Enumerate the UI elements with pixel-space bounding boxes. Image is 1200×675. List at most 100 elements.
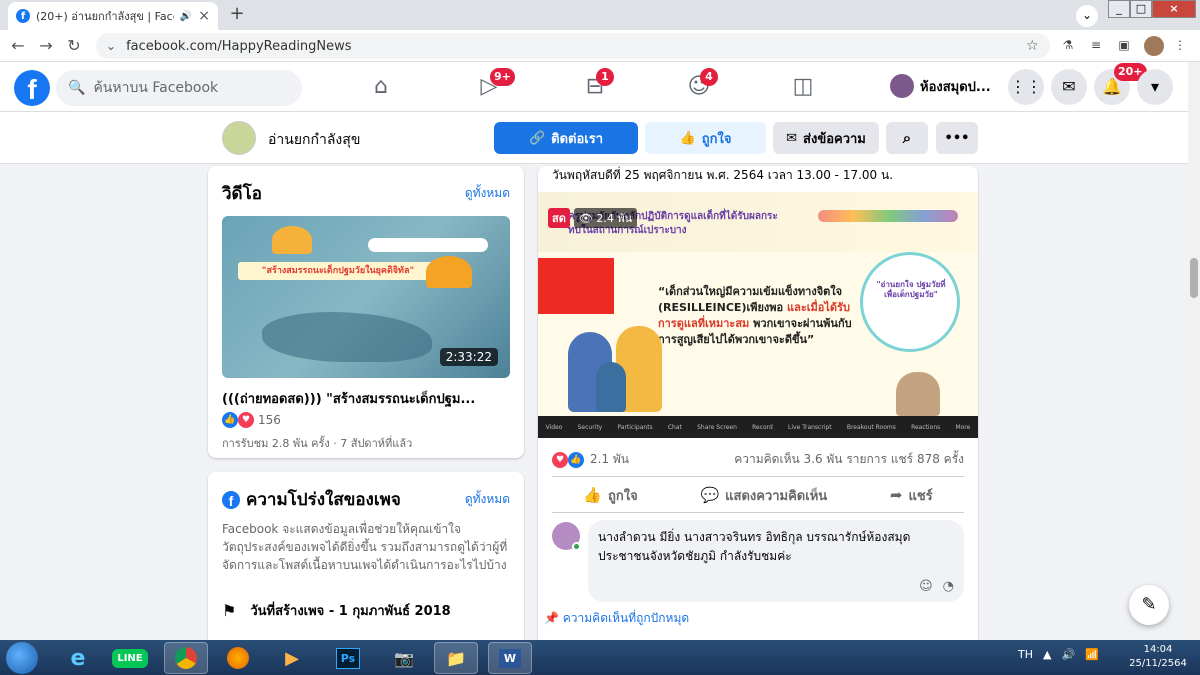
post-comment-share-counts[interactable]: ความคิดเห็น 3.6 พัน รายการ แชร์ 878 ครั้… — [734, 450, 964, 469]
word-icon[interactable]: W — [488, 642, 532, 674]
share-button[interactable]: ➦ แชร์ — [890, 485, 933, 506]
facebook-icon: f — [222, 491, 240, 509]
extension-icon[interactable]: ⚗ — [1060, 38, 1076, 54]
comment-bubble: นางลำดวน มียิ่ง นางสาวจรินทร อิทธิกุล บร… — [588, 520, 964, 602]
post-stats: ♥ 👍 2.1 พัน ความคิดเห็น 3.6 พัน รายการ แ… — [552, 450, 964, 469]
send-message-label: ส่งข้อความ — [803, 131, 866, 147]
more-options-button[interactable]: ••• — [936, 122, 978, 154]
event-circle-text: "อ่านยกใจ ปฐมวัยที่เพื่อเด็กปฐมวัย" — [876, 280, 946, 299]
live-video-player[interactable]: ครูปฐมวัยกับหลักปฏิบัติการดูแลเด็กที่ได้… — [538, 192, 978, 438]
emoji-icon[interactable]: ☺ — [919, 577, 933, 596]
tab-search-button[interactable]: ⌄ — [1076, 5, 1098, 27]
forward-icon[interactable]: → — [36, 36, 56, 56]
page-search-button[interactable]: ⌕ — [886, 122, 928, 154]
close-tab-icon[interactable]: × — [198, 8, 210, 24]
start-button[interactable] — [6, 642, 38, 674]
camera-app-icon[interactable]: 📷 — [382, 642, 426, 674]
pinned-comment-label[interactable]: 📌 ความคิดเห็นที่ถูกปักหมุด — [544, 609, 689, 628]
profile-shortcut[interactable]: ห้องสมุดป... — [890, 74, 991, 98]
url-text: facebook.com/HappyReadingNews — [126, 38, 352, 54]
internet-explorer-icon[interactable]: e — [56, 642, 100, 674]
page-name[interactable]: อ่านยกกำลังสุข — [268, 129, 360, 151]
account-menu-icon[interactable]: ▾ — [1137, 69, 1173, 105]
profile-name: ห้องสมุดป... — [920, 79, 991, 95]
comment-button[interactable]: 💬 แสดงความคิดเห็น — [700, 485, 827, 506]
sponsor-logos — [368, 238, 488, 252]
video-thumbnail[interactable]: "สร้างสมรรถนะเด็กปฐมวัยในยุคดิจิทัล" 2:3… — [222, 216, 510, 378]
messenger-icon[interactable]: ✉ — [1051, 69, 1087, 105]
site-info-icon[interactable]: ⌄ — [106, 39, 116, 53]
volume-icon[interactable]: 🔊 — [1061, 648, 1075, 661]
contact-us-label: ติดต่อเรา — [551, 131, 604, 147]
thumbs-up-icon: 👍 — [583, 485, 603, 504]
contact-us-button[interactable]: 🔗 ติดต่อเรา — [494, 122, 638, 154]
child-figure — [596, 362, 626, 412]
browser-menu-icon[interactable]: ⋮ — [1172, 38, 1188, 54]
watch-icon[interactable]: ▷ 9+ — [474, 68, 515, 102]
chrome-icon — [175, 647, 197, 669]
line-app-icon[interactable]: LINE — [108, 642, 152, 674]
post-reactions[interactable]: ♥ 👍 2.1 พัน — [552, 450, 629, 469]
groups-icon[interactable]: ☺ 4 — [684, 68, 718, 102]
photoshop-icon[interactable]: Ps — [326, 642, 370, 674]
chrome-taskbar-icon[interactable] — [164, 642, 208, 674]
ellipsis-icon: ••• — [944, 130, 970, 146]
home-icon[interactable]: ⌂ — [366, 72, 396, 102]
toolbar-item: Share Screen — [697, 423, 737, 431]
scrollbar-thumb[interactable] — [1190, 258, 1198, 298]
browser-profile-avatar[interactable] — [1144, 36, 1164, 56]
side-panel-icon[interactable]: ▣ — [1116, 38, 1132, 54]
toolbar-item: Reactions — [911, 423, 941, 431]
firefox-taskbar-icon[interactable] — [216, 642, 260, 674]
windows-taskbar: e LINE ▶ Ps 📷 📁 W TH ▲ 🔊 📶 14:04 25/11/2… — [0, 640, 1200, 675]
new-message-compose-icon[interactable]: ✎ — [1129, 585, 1169, 625]
url-input[interactable]: ⌄ facebook.com/HappyReadingNews — [96, 33, 1050, 59]
close-window-button[interactable]: × — [1152, 0, 1196, 18]
facebook-logo-icon[interactable]: f — [14, 70, 50, 106]
facebook-search-input[interactable]: 🔍 ค้นหาบน Facebook — [56, 70, 302, 106]
back-icon[interactable]: ← — [8, 36, 28, 56]
page-avatar[interactable] — [222, 121, 256, 155]
minimize-button[interactable]: _ — [1108, 0, 1130, 18]
system-clock[interactable]: 14:04 25/11/2564 — [1128, 643, 1188, 671]
speaker-icon[interactable]: 🔊 — [180, 11, 192, 22]
sign-language-interpreter — [896, 372, 940, 416]
file-explorer-icon[interactable]: 📁 — [434, 642, 478, 674]
meeting-toolbar: Video Security Participants Chat Share S… — [538, 416, 978, 438]
page-created-text: วันที่สร้างเพจ - 1 กุมภาพันธ์ 2018 — [250, 604, 451, 619]
maximize-button[interactable]: □ — [1130, 0, 1152, 18]
share-icon: ➦ — [889, 485, 903, 504]
love-reaction-icon: ♥ — [238, 412, 254, 428]
reload-icon[interactable]: ↻ — [64, 36, 84, 56]
marketplace-icon[interactable]: ⊟ 1 — [580, 68, 614, 102]
like-page-button[interactable]: 👍 ถูกใจ — [645, 122, 766, 154]
post-text: วันพฤหัสบดีที่ 25 พฤศจิกายน พ.ศ. 2564 เว… — [552, 168, 894, 182]
reading-list-icon[interactable]: ≡ — [1088, 38, 1104, 54]
clock-time: 14:04 — [1143, 644, 1173, 655]
toolbar-item: Record — [752, 423, 773, 431]
clock-date: 25/11/2564 — [1129, 658, 1187, 669]
sticker-icon[interactable]: ◔ — [943, 577, 954, 596]
language-indicator[interactable]: TH — [1018, 648, 1033, 661]
videos-heading: วิดีโอ — [222, 184, 262, 204]
send-message-button[interactable]: ✉ ส่งข้อความ — [773, 122, 879, 154]
network-icon[interactable]: 📶 — [1085, 648, 1099, 661]
media-player-icon[interactable]: ▶ — [270, 642, 314, 674]
videos-see-all-link[interactable]: ดูทั้งหมด — [465, 184, 510, 203]
family-illustration — [568, 322, 688, 417]
gaming-icon[interactable]: ◫ — [788, 72, 818, 102]
thumbnail-banner: "สร้างสมรรถนะเด็กปฐมวัยในยุคดิจิทัล" — [238, 262, 438, 280]
menu-grid-icon[interactable]: ⋮⋮ — [1008, 69, 1044, 105]
messenger-small-icon: ✉ — [786, 130, 798, 146]
like-post-button[interactable]: 👍 ถูกใจ — [583, 485, 637, 506]
bookmark-star-icon[interactable]: ☆ — [1026, 38, 1039, 54]
new-tab-button[interactable]: + — [226, 4, 248, 26]
notifications-bell-icon[interactable]: 🔔 20+ — [1094, 63, 1147, 105]
tray-arrow-icon[interactable]: ▲ — [1043, 648, 1051, 661]
page-scrollbar[interactable] — [1188, 62, 1200, 640]
browser-tab[interactable]: f (20+) อ่านยกกำลังสุข | Facebook 🔊 × — [8, 2, 218, 30]
video-reactions[interactable]: 👍 ♥ 156 — [222, 412, 281, 428]
transparency-see-all-link[interactable]: ดูทั้งหมด — [465, 490, 510, 509]
video-title[interactable]: (((ถ่ายทอดสด))) "สร้างสมรรถนะเด็กปฐม... — [222, 388, 512, 409]
live-badge: สด — [548, 208, 570, 228]
